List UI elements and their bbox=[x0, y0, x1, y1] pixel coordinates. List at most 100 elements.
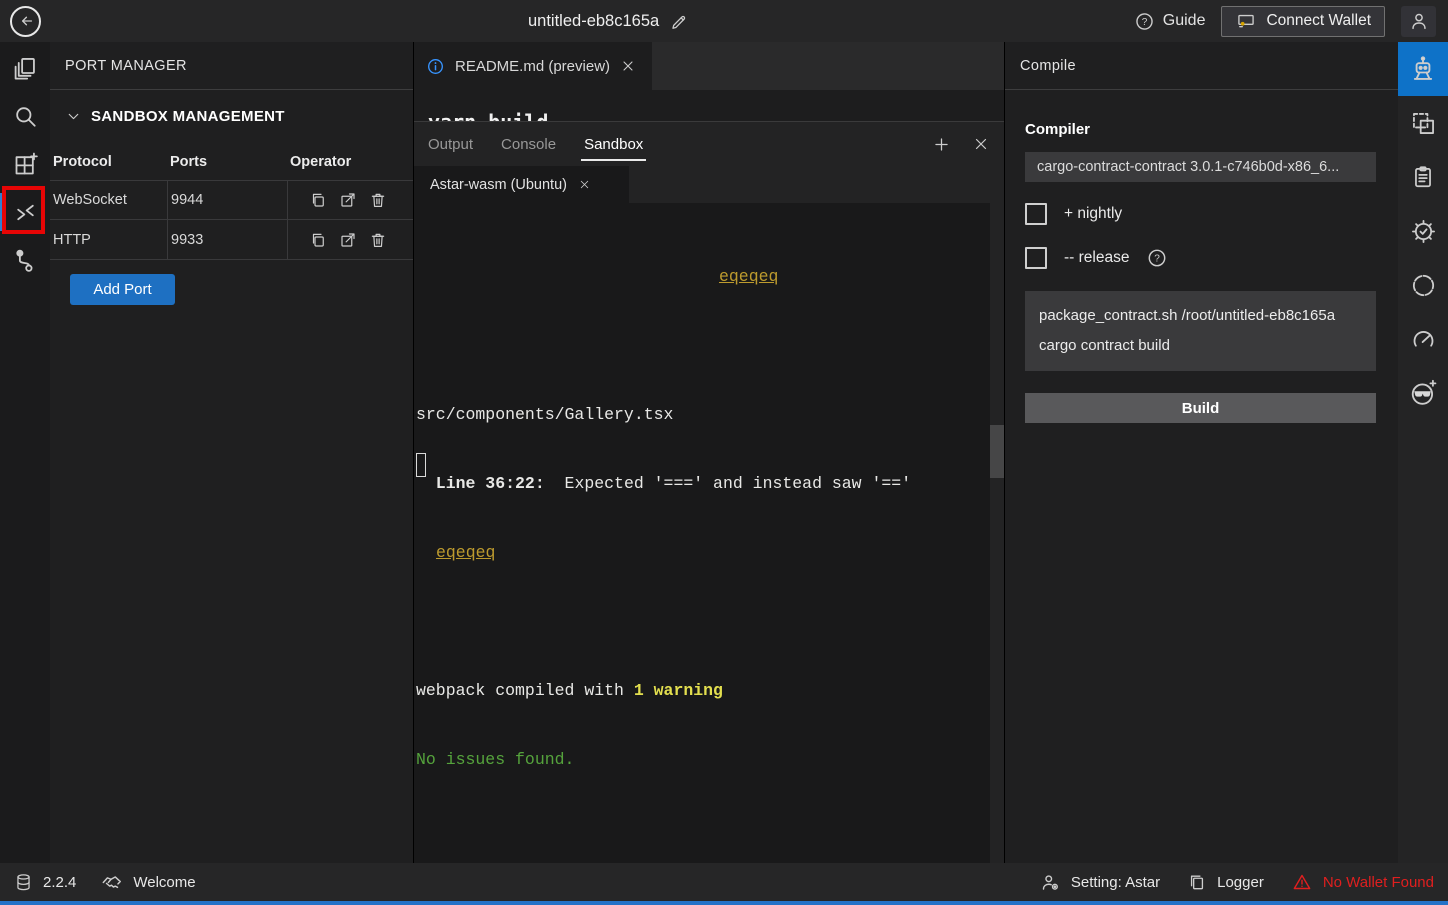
left-activity-bar bbox=[0, 42, 50, 863]
git-branch-icon bbox=[12, 247, 39, 274]
tab-readme[interactable]: README.md (preview) bbox=[414, 42, 652, 90]
session-tab-astar-wasm[interactable]: Astar-wasm (Ubuntu) bbox=[414, 166, 629, 203]
version-label: 2.2.4 bbox=[43, 874, 76, 891]
back-arrow-icon bbox=[16, 11, 36, 31]
rail-item-deploy[interactable] bbox=[1398, 96, 1448, 150]
protocol-cell: WebSocket bbox=[50, 180, 167, 220]
rail-item-verify[interactable] bbox=[1398, 204, 1448, 258]
editor-tab-bar: README.md (preview) bbox=[414, 42, 1004, 90]
ide-window: untitled-eb8c165a ? Guide Connect Wallet bbox=[0, 0, 1448, 905]
tab-output[interactable]: Output bbox=[428, 122, 473, 166]
warning-message: Expected '===' and instead saw '==' bbox=[545, 474, 911, 493]
delete-port-button[interactable] bbox=[369, 191, 387, 209]
open-port-button[interactable] bbox=[339, 191, 357, 209]
command-line: package_contract.sh /root/untitled-eb8c1… bbox=[1039, 301, 1362, 331]
files-icon bbox=[12, 55, 39, 82]
sidebar-item-sandbox[interactable] bbox=[0, 188, 50, 236]
terminal-output[interactable]: eqeqeq src/components/Gallery.tsx Line 3… bbox=[414, 203, 1004, 863]
sidebar-item-source-control[interactable] bbox=[0, 236, 50, 284]
delete-port-button[interactable] bbox=[369, 231, 387, 249]
col-ports: Ports bbox=[167, 143, 287, 180]
sandbox-management-section[interactable]: SANDBOX MANAGEMENT bbox=[50, 90, 413, 143]
session-close-button[interactable] bbox=[578, 178, 591, 191]
open-external-icon bbox=[339, 191, 357, 209]
add-port-button[interactable]: Add Port bbox=[70, 274, 175, 305]
operator-cell bbox=[287, 180, 413, 220]
connect-wallet-button[interactable]: Connect Wallet bbox=[1221, 6, 1385, 37]
nightly-label: + nightly bbox=[1064, 205, 1122, 223]
compiler-version-select[interactable]: cargo-contract-contract 3.0.1-c746b0d-x8… bbox=[1025, 152, 1376, 182]
deploy-frames-icon bbox=[1410, 110, 1437, 137]
setting-indicator[interactable]: Setting: Astar bbox=[1040, 872, 1160, 893]
line-location: Line 36:22: bbox=[416, 474, 545, 493]
logger-button[interactable]: Logger bbox=[1187, 872, 1264, 892]
command-line: cargo contract build bbox=[1039, 331, 1362, 361]
clipboard-icon bbox=[1410, 164, 1436, 190]
sidebar-item-plugin-manager[interactable] bbox=[0, 140, 50, 188]
tab-label: README.md (preview) bbox=[455, 58, 610, 75]
rail-item-compile[interactable] bbox=[1398, 42, 1448, 96]
compile-robot-icon bbox=[1409, 55, 1437, 83]
trash-icon bbox=[369, 231, 387, 249]
version-indicator[interactable]: 2.2.4 bbox=[14, 872, 76, 893]
sidebar-item-search[interactable] bbox=[0, 92, 50, 140]
welcome-button[interactable]: Welcome bbox=[101, 871, 195, 893]
plus-icon bbox=[932, 135, 951, 154]
compiler-label: Compiler bbox=[1025, 121, 1376, 138]
svg-text:?: ? bbox=[1155, 254, 1161, 265]
eqeqeq-rule-link[interactable]: eqeqeq bbox=[436, 543, 495, 562]
terminal-file-line: src/components/Gallery.tsx bbox=[416, 403, 986, 426]
nightly-checkbox[interactable] bbox=[1025, 203, 1047, 225]
open-port-button[interactable] bbox=[339, 231, 357, 249]
welcome-label: Welcome bbox=[133, 874, 195, 891]
top-bar: untitled-eb8c165a ? Guide Connect Wallet bbox=[0, 0, 1448, 42]
sidebar-item-explorer[interactable] bbox=[0, 44, 50, 92]
port-cell: 9933 bbox=[167, 220, 287, 260]
close-icon bbox=[620, 58, 636, 74]
info-icon bbox=[426, 57, 445, 76]
close-icon bbox=[972, 135, 990, 153]
release-help-icon[interactable]: ? bbox=[1146, 247, 1168, 269]
main-area: PORT MANAGER SANDBOX MANAGEMENT Protocol… bbox=[0, 42, 1448, 863]
project-title: untitled-eb8c165a bbox=[528, 0, 688, 42]
avatar-scan-icon bbox=[1409, 379, 1437, 407]
setting-label: Setting: Astar bbox=[1071, 874, 1160, 891]
build-button[interactable]: Build bbox=[1025, 393, 1376, 423]
protocol-cell: HTTP bbox=[50, 220, 167, 260]
terminal-session-row: Astar-wasm (Ubuntu) bbox=[414, 166, 1004, 203]
copy-icon bbox=[309, 191, 327, 209]
handshake-icon bbox=[101, 871, 123, 893]
terminal-cursor bbox=[416, 453, 426, 477]
warning-count: 1 warning bbox=[634, 681, 723, 700]
text: webpack compiled with bbox=[416, 681, 634, 700]
rail-item-avatar-scan[interactable] bbox=[1398, 366, 1448, 420]
section-title: SANDBOX MANAGEMENT bbox=[91, 108, 285, 125]
avatar-button[interactable] bbox=[1401, 6, 1436, 37]
scrollbar-thumb[interactable] bbox=[990, 425, 1004, 478]
user-avatar-icon bbox=[1408, 10, 1430, 32]
tab-console[interactable]: Console bbox=[501, 122, 556, 166]
topbar-actions: ? Guide Connect Wallet bbox=[1134, 6, 1448, 37]
wallet-warning[interactable]: No Wallet Found bbox=[1291, 872, 1434, 892]
close-panel-button[interactable] bbox=[972, 135, 990, 153]
compile-panel: Compile Compiler cargo-contract-contract… bbox=[1005, 42, 1398, 863]
eqeqeq-rule-link[interactable]: eqeqeq bbox=[719, 267, 778, 286]
wallet-icon bbox=[1235, 11, 1257, 31]
rail-item-tasks[interactable] bbox=[1398, 150, 1448, 204]
project-title-text: untitled-eb8c165a bbox=[528, 12, 659, 31]
rail-item-performance[interactable] bbox=[1398, 312, 1448, 366]
terminal-scrollbar[interactable] bbox=[990, 203, 1004, 863]
tab-sandbox[interactable]: Sandbox bbox=[584, 122, 643, 166]
copy-port-button[interactable] bbox=[309, 191, 327, 209]
copy-port-button[interactable] bbox=[309, 231, 327, 249]
person-gear-icon bbox=[1040, 872, 1061, 893]
tab-close-button[interactable] bbox=[620, 58, 636, 74]
edit-pencil-icon[interactable] bbox=[669, 12, 688, 31]
bottom-panel: Output Console Sandbox bbox=[414, 121, 1004, 863]
new-terminal-button[interactable] bbox=[932, 135, 951, 154]
guide-button[interactable]: ? Guide bbox=[1134, 11, 1206, 32]
rail-item-ai-assistant[interactable] bbox=[1398, 258, 1448, 312]
back-button[interactable] bbox=[10, 6, 41, 37]
search-icon bbox=[12, 103, 39, 130]
wallet-warning-label: No Wallet Found bbox=[1323, 874, 1434, 891]
